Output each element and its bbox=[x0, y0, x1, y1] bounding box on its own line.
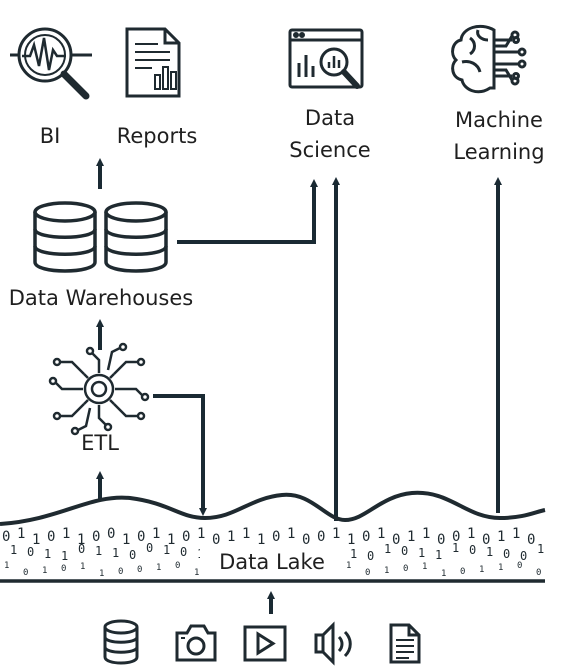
machine-learning-label-line1: Machine bbox=[455, 108, 543, 132]
binary-digit: 0 bbox=[272, 529, 280, 545]
data-warehouses-label: Data Warehouses bbox=[8, 286, 194, 310]
etl-label: ETL bbox=[81, 431, 119, 455]
binary-digit: 1 bbox=[512, 526, 520, 542]
binary-digit: 0 bbox=[403, 564, 408, 574]
data-lake-label: Data Lake bbox=[200, 546, 344, 579]
binary-digit: 0 bbox=[23, 568, 28, 578]
data-science-label-line1: Data bbox=[304, 106, 356, 130]
binary-digit: 0 bbox=[129, 548, 136, 562]
binary-digit: 1 bbox=[242, 526, 250, 542]
binary-digit: 0 bbox=[92, 529, 100, 545]
binary-digit: 0 bbox=[27, 545, 34, 559]
machine-learning-label-line2: Learning bbox=[453, 140, 545, 164]
binary-digit: 1 bbox=[61, 549, 68, 563]
binary-digit: 1 bbox=[452, 541, 459, 555]
binary-digit: 1 bbox=[435, 548, 442, 562]
binary-digit: 0 bbox=[517, 561, 522, 571]
ai-brain-icon bbox=[451, 24, 527, 94]
binary-digit: 0 bbox=[365, 568, 370, 578]
binary-digit: 0 bbox=[536, 568, 541, 578]
binary-digit: 1 bbox=[10, 543, 17, 557]
reports-label: Reports bbox=[116, 124, 198, 148]
binary-digit: 0 bbox=[137, 565, 142, 575]
binary-digit: 1 bbox=[422, 562, 427, 572]
binary-digit: 1 bbox=[346, 561, 351, 571]
binary-digit: 1 bbox=[287, 526, 295, 542]
camera-source-icon bbox=[175, 624, 217, 662]
binary-digit: 1 bbox=[112, 546, 119, 560]
binary-digit: 1 bbox=[156, 563, 161, 573]
report-document-icon bbox=[125, 27, 181, 98]
binary-digit: 1 bbox=[99, 569, 104, 579]
arrow-warehouses-to-data-science bbox=[177, 179, 318, 244]
binary-digit: 1 bbox=[332, 526, 340, 542]
binary-digit: 1 bbox=[377, 526, 385, 542]
video-source-icon bbox=[243, 625, 287, 662]
binary-digit: 1 bbox=[227, 529, 235, 545]
binary-digit: 0 bbox=[392, 532, 400, 548]
document-source-icon bbox=[389, 623, 421, 664]
data-science-dashboard-icon bbox=[288, 28, 364, 89]
binary-digit: 1 bbox=[197, 526, 205, 542]
binary-digit: 1 bbox=[537, 542, 544, 556]
binary-digit: 0 bbox=[460, 567, 465, 577]
binary-digit: 0 bbox=[437, 532, 445, 548]
binary-digit: 1 bbox=[418, 546, 425, 560]
audio-source-icon bbox=[314, 621, 352, 666]
binary-digit: 1 bbox=[4, 561, 9, 571]
binary-digit: 0 bbox=[503, 547, 510, 561]
binary-digit: 1 bbox=[152, 526, 160, 542]
bi-analytics-icon bbox=[10, 27, 92, 100]
binary-digit: 0 bbox=[401, 544, 408, 558]
binary-digit: 0 bbox=[367, 549, 374, 563]
binary-digit: 0 bbox=[317, 529, 325, 545]
binary-digit: 0 bbox=[118, 567, 123, 577]
binary-digit: 1 bbox=[122, 532, 130, 548]
binary-digit: 1 bbox=[17, 526, 25, 542]
binary-digit: 0 bbox=[362, 529, 370, 545]
binary-digit: 1 bbox=[62, 526, 70, 542]
database-icon bbox=[33, 201, 97, 273]
etl-chip-gear-icon bbox=[48, 342, 150, 436]
database-icon bbox=[104, 201, 168, 273]
binary-digit: 1 bbox=[498, 563, 503, 573]
binary-digit: 1 bbox=[384, 542, 391, 556]
binary-digit: 0 bbox=[137, 529, 145, 545]
binary-digit: 1 bbox=[497, 529, 505, 545]
binary-digit: 0 bbox=[78, 542, 85, 556]
database-source-icon bbox=[103, 619, 139, 665]
binary-digit: 0 bbox=[180, 545, 187, 559]
binary-digit: 0 bbox=[107, 526, 115, 542]
binary-digit: 1 bbox=[163, 543, 170, 557]
binary-digit: 1 bbox=[441, 569, 446, 579]
binary-digit: 0 bbox=[182, 529, 190, 545]
data-lake-architecture-diagram: 0110110010110101110100110101100101101011… bbox=[0, 0, 563, 670]
binary-digit: 1 bbox=[42, 566, 47, 576]
binary-digit: 0 bbox=[47, 529, 55, 545]
binary-digit: 0 bbox=[469, 543, 476, 557]
binary-digit: 0 bbox=[61, 564, 66, 574]
binary-digit: 1 bbox=[95, 544, 102, 558]
binary-digit: 1 bbox=[347, 532, 355, 548]
binary-digit: 1 bbox=[80, 562, 85, 572]
binary-digit: 1 bbox=[350, 547, 357, 561]
binary-digit: 1 bbox=[194, 568, 199, 578]
binary-digit: 1 bbox=[44, 547, 51, 561]
binary-digit: 0 bbox=[527, 532, 535, 548]
binary-digit: 1 bbox=[407, 529, 415, 545]
data-science-label-line2: Science bbox=[289, 138, 371, 162]
binary-digit: 0 bbox=[146, 541, 153, 555]
binary-digit: 1 bbox=[384, 566, 389, 576]
binary-digit: 1 bbox=[486, 545, 493, 559]
binary-digit: 1 bbox=[422, 526, 430, 542]
binary-digit: 1 bbox=[479, 565, 484, 575]
arrow-etl-to-lake bbox=[153, 394, 207, 516]
binary-digit: 0 bbox=[175, 561, 180, 571]
bi-label: BI bbox=[39, 124, 61, 148]
binary-digit: 1 bbox=[467, 526, 475, 542]
